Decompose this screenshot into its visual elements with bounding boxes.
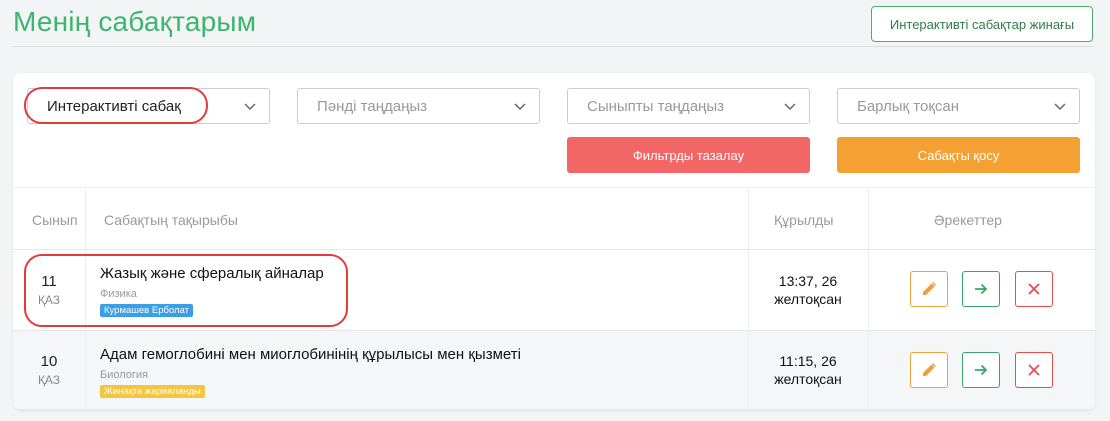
column-divider <box>748 188 749 249</box>
column-header-actions: Әрекеттер <box>934 211 1002 228</box>
published-badge: Жинақта жарияланды <box>100 385 205 398</box>
chevron-down-icon <box>784 103 796 111</box>
pencil-icon <box>923 362 937 376</box>
table-row[interactable]: 11 ҚАЗ Жазық және сфералық айналар Физик… <box>13 250 1095 331</box>
grade-select[interactable]: Сыныпты таңдаңыз <box>567 88 810 124</box>
created-time: 11:15, 26 <box>779 353 837 369</box>
clear-filters-button[interactable]: Фильтрды тазалау <box>567 137 810 173</box>
arrow-right-icon <box>975 283 988 295</box>
lesson-type-value: Интерактивті сабақ <box>47 97 181 115</box>
quarter-placeholder: Барлық тоқсан <box>857 97 960 115</box>
table-header: Сынып Сабақтың тақырыбы Құрылды Әрекетте… <box>13 187 1095 250</box>
created-date: желтоқсан <box>774 291 842 307</box>
arrow-right-icon <box>975 364 988 376</box>
delete-button[interactable] <box>1015 271 1053 307</box>
column-header-topic[interactable]: Сабақтың тақырыбы <box>104 188 238 251</box>
column-divider <box>868 250 869 330</box>
subject-select[interactable]: Пәнді таңдаңыз <box>297 88 540 124</box>
topic-cell: Адам гемоглобині мен миоглобинінің құрыл… <box>100 346 521 399</box>
pencil-icon <box>923 281 937 295</box>
interactive-collection-button[interactable]: Интерактивті сабақтар жинағы <box>871 6 1093 42</box>
edit-button[interactable] <box>910 352 948 388</box>
chevron-down-icon <box>244 103 256 111</box>
edit-button[interactable] <box>910 271 948 307</box>
created-time: 13:37, 26 <box>778 273 838 289</box>
column-divider <box>868 331 869 409</box>
grade-number: 10 <box>40 353 58 370</box>
lesson-title[interactable]: Жазық және сфералық айналар <box>100 265 324 282</box>
add-lesson-button[interactable]: Сабақты қосу <box>837 137 1080 173</box>
delete-button[interactable] <box>1015 352 1053 388</box>
column-divider <box>85 250 86 330</box>
subject-placeholder: Пәнді таңдаңыз <box>317 97 428 115</box>
topic-cell: Жазық және сфералық айналар Физика Курма… <box>100 265 324 318</box>
table-row[interactable]: 10 ҚАЗ Адам гемоглобині мен миоглобиніні… <box>13 331 1095 410</box>
close-icon <box>1028 283 1040 295</box>
open-lesson-button[interactable] <box>962 271 1000 307</box>
grade-cell: 11 ҚАЗ <box>13 250 85 330</box>
lesson-type-select[interactable]: Интерактивті сабақ <box>27 88 270 124</box>
column-header-grade[interactable]: Сынып <box>32 188 78 251</box>
quarter-select[interactable]: Барлық тоқсан <box>837 88 1080 124</box>
author-badge: Курмашев Ерболат <box>100 304 193 317</box>
column-divider <box>85 188 86 249</box>
chevron-down-icon <box>514 103 526 111</box>
column-header-created[interactable]: Құрылды <box>774 188 833 251</box>
lesson-subject: Физика <box>100 288 137 300</box>
header-divider <box>13 46 1093 47</box>
created-cell: 13:37, 26 желтоқсан <box>748 250 868 330</box>
lesson-subject: Биология <box>100 369 149 381</box>
open-lesson-button[interactable] <box>962 352 1000 388</box>
column-divider <box>868 188 869 249</box>
lessons-card: Интерактивті сабақ Пәнді таңдаңыз Сыныпт… <box>13 73 1095 410</box>
page-title: Менің сабақтарым <box>13 6 257 37</box>
created-cell: 11:15, 26 желтоқсан <box>748 331 868 409</box>
column-divider <box>85 331 86 409</box>
grade-cell: 10 ҚАЗ <box>13 331 85 409</box>
lesson-title[interactable]: Адам гемоглобині мен миоглобинінің құрыл… <box>100 346 521 363</box>
grade-language: ҚАЗ <box>37 373 61 387</box>
close-icon <box>1028 364 1040 376</box>
lessons-table: Сынып Сабақтың тақырыбы Құрылды Әрекетте… <box>13 187 1095 410</box>
grade-number: 11 <box>41 273 57 290</box>
grade-language: ҚАЗ <box>37 293 61 307</box>
grade-placeholder: Сыныпты таңдаңыз <box>587 97 724 115</box>
created-date: желтоқсан <box>774 371 842 387</box>
chevron-down-icon <box>1054 103 1066 111</box>
